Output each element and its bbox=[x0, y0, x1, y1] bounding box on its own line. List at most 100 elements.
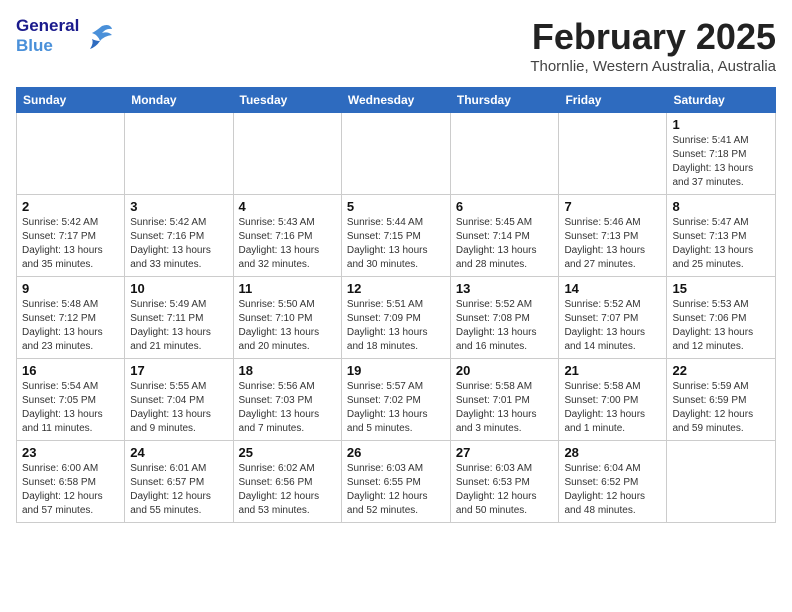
calendar-day-cell: 24 Sunrise: 6:01 AM Sunset: 6:57 PM Dayli… bbox=[125, 441, 233, 523]
calendar-day-cell: 15Sunrise: 5:53 AM Sunset: 7:06 PM Dayli… bbox=[667, 277, 776, 359]
day-number: 18 bbox=[239, 363, 336, 378]
calendar-day-cell bbox=[667, 441, 776, 523]
day-number: 2 bbox=[22, 199, 119, 214]
day-info: Sunrise: 5:46 AM Sunset: 7:13 PM Dayligh… bbox=[564, 216, 661, 272]
calendar-day-cell: 19 Sunrise: 5:57 AM Sunset: 7:02 PM Dayli… bbox=[341, 359, 450, 441]
weekday-header: Sunday bbox=[17, 88, 125, 113]
day-number: 9 bbox=[22, 281, 119, 296]
day-number: 20 bbox=[456, 363, 554, 378]
logo-bird-icon bbox=[82, 21, 114, 51]
calendar-week-row: 23 Sunrise: 6:00 AM Sunset: 6:58 PM Dayli… bbox=[17, 441, 776, 523]
day-info: Sunrise: 5:59 AM Sunset: 6:59 PM Dayligh… bbox=[672, 380, 770, 436]
calendar-day-cell: 13 Sunrise: 5:52 AM Sunset: 7:08 PM Dayli… bbox=[450, 277, 559, 359]
day-info: Sunrise: 5:47 AM Sunset: 7:13 PM Dayligh… bbox=[672, 216, 770, 272]
calendar-day-cell: 25 Sunrise: 6:02 AM Sunset: 6:56 PM Dayli… bbox=[233, 441, 341, 523]
day-info: Sunrise: 5:58 AM Sunset: 7:00 PM Dayligh… bbox=[564, 380, 661, 436]
calendar-title: February 2025 bbox=[530, 16, 776, 58]
day-number: 13 bbox=[456, 281, 554, 296]
logo-line1: General bbox=[16, 16, 79, 36]
calendar-day-cell: 12 Sunrise: 5:51 AM Sunset: 7:09 PM Dayli… bbox=[341, 277, 450, 359]
weekday-header: Thursday bbox=[450, 88, 559, 113]
day-info: Sunrise: 5:44 AM Sunset: 7:15 PM Dayligh… bbox=[347, 216, 445, 272]
calendar-week-row: 16 Sunrise: 5:54 AM Sunset: 7:05 PM Dayli… bbox=[17, 359, 776, 441]
day-number: 24 bbox=[130, 445, 227, 460]
day-info: Sunrise: 6:00 AM Sunset: 6:58 PM Dayligh… bbox=[22, 462, 119, 518]
day-info: Sunrise: 6:01 AM Sunset: 6:57 PM Dayligh… bbox=[130, 462, 227, 518]
calendar-header-row: SundayMondayTuesdayWednesdayThursdayFrid… bbox=[17, 88, 776, 113]
calendar-day-cell: 20 Sunrise: 5:58 AM Sunset: 7:01 PM Dayli… bbox=[450, 359, 559, 441]
day-number: 26 bbox=[347, 445, 445, 460]
day-number: 15 bbox=[672, 281, 770, 296]
calendar-day-cell: 23 Sunrise: 6:00 AM Sunset: 6:58 PM Dayli… bbox=[17, 441, 125, 523]
title-section: February 2025 Thornlie, Western Australi… bbox=[530, 16, 776, 75]
calendar-day-cell: 8 Sunrise: 5:47 AM Sunset: 7:13 PM Daylig… bbox=[667, 195, 776, 277]
day-info: Sunrise: 5:49 AM Sunset: 7:11 PM Dayligh… bbox=[130, 298, 227, 354]
day-number: 1 bbox=[672, 117, 770, 132]
day-number: 8 bbox=[672, 199, 770, 214]
calendar-day-cell: 26 Sunrise: 6:03 AM Sunset: 6:55 PM Dayli… bbox=[341, 441, 450, 523]
calendar-day-cell: 10Sunrise: 5:49 AM Sunset: 7:11 PM Dayli… bbox=[125, 277, 233, 359]
day-info: Sunrise: 5:43 AM Sunset: 7:16 PM Dayligh… bbox=[239, 216, 336, 272]
calendar-day-cell bbox=[233, 113, 341, 195]
calendar-day-cell: 9 Sunrise: 5:48 AM Sunset: 7:12 PM Daylig… bbox=[17, 277, 125, 359]
day-info: Sunrise: 5:58 AM Sunset: 7:01 PM Dayligh… bbox=[456, 380, 554, 436]
day-info: Sunrise: 5:51 AM Sunset: 7:09 PM Dayligh… bbox=[347, 298, 445, 354]
day-number: 21 bbox=[564, 363, 661, 378]
day-info: Sunrise: 5:55 AM Sunset: 7:04 PM Dayligh… bbox=[130, 380, 227, 436]
day-info: Sunrise: 5:45 AM Sunset: 7:14 PM Dayligh… bbox=[456, 216, 554, 272]
logo-line2: Blue bbox=[16, 36, 79, 56]
day-number: 23 bbox=[22, 445, 119, 460]
day-info: Sunrise: 5:50 AM Sunset: 7:10 PM Dayligh… bbox=[239, 298, 336, 354]
day-info: Sunrise: 5:52 AM Sunset: 7:08 PM Dayligh… bbox=[456, 298, 554, 354]
weekday-header: Monday bbox=[125, 88, 233, 113]
calendar-day-cell: 22Sunrise: 5:59 AM Sunset: 6:59 PM Dayli… bbox=[667, 359, 776, 441]
calendar-subtitle: Thornlie, Western Australia, Australia bbox=[530, 58, 776, 75]
calendar-day-cell bbox=[450, 113, 559, 195]
calendar-day-cell: 16 Sunrise: 5:54 AM Sunset: 7:05 PM Dayli… bbox=[17, 359, 125, 441]
calendar-week-row: 9 Sunrise: 5:48 AM Sunset: 7:12 PM Daylig… bbox=[17, 277, 776, 359]
calendar-day-cell: 11 Sunrise: 5:50 AM Sunset: 7:10 PM Dayli… bbox=[233, 277, 341, 359]
day-info: Sunrise: 5:56 AM Sunset: 7:03 PM Dayligh… bbox=[239, 380, 336, 436]
logo: General Blue bbox=[16, 16, 114, 55]
day-info: Sunrise: 5:41 AM Sunset: 7:18 PM Dayligh… bbox=[672, 134, 770, 190]
calendar-day-cell: 7 Sunrise: 5:46 AM Sunset: 7:13 PM Daylig… bbox=[559, 195, 667, 277]
calendar-day-cell: 3 Sunrise: 5:42 AM Sunset: 7:16 PM Daylig… bbox=[125, 195, 233, 277]
day-info: Sunrise: 5:57 AM Sunset: 7:02 PM Dayligh… bbox=[347, 380, 445, 436]
calendar-day-cell bbox=[17, 113, 125, 195]
calendar-day-cell: 5 Sunrise: 5:44 AM Sunset: 7:15 PM Daylig… bbox=[341, 195, 450, 277]
day-info: Sunrise: 5:42 AM Sunset: 7:16 PM Dayligh… bbox=[130, 216, 227, 272]
day-info: Sunrise: 6:03 AM Sunset: 6:55 PM Dayligh… bbox=[347, 462, 445, 518]
day-info: Sunrise: 5:48 AM Sunset: 7:12 PM Dayligh… bbox=[22, 298, 119, 354]
day-number: 16 bbox=[22, 363, 119, 378]
day-number: 5 bbox=[347, 199, 445, 214]
calendar-day-cell: 2 Sunrise: 5:42 AM Sunset: 7:17 PM Daylig… bbox=[17, 195, 125, 277]
day-number: 11 bbox=[239, 281, 336, 296]
calendar-day-cell bbox=[341, 113, 450, 195]
day-number: 25 bbox=[239, 445, 336, 460]
day-number: 12 bbox=[347, 281, 445, 296]
day-number: 17 bbox=[130, 363, 227, 378]
day-info: Sunrise: 6:03 AM Sunset: 6:53 PM Dayligh… bbox=[456, 462, 554, 518]
day-number: 4 bbox=[239, 199, 336, 214]
day-info: Sunrise: 5:54 AM Sunset: 7:05 PM Dayligh… bbox=[22, 380, 119, 436]
day-number: 19 bbox=[347, 363, 445, 378]
weekday-header: Saturday bbox=[667, 88, 776, 113]
day-number: 14 bbox=[564, 281, 661, 296]
calendar-day-cell bbox=[125, 113, 233, 195]
day-info: Sunrise: 6:04 AM Sunset: 6:52 PM Dayligh… bbox=[564, 462, 661, 518]
calendar-table: SundayMondayTuesdayWednesdayThursdayFrid… bbox=[16, 87, 776, 523]
calendar-day-cell: 1 Sunrise: 5:41 AM Sunset: 7:18 PM Daylig… bbox=[667, 113, 776, 195]
weekday-header: Wednesday bbox=[341, 88, 450, 113]
calendar-day-cell bbox=[559, 113, 667, 195]
day-number: 3 bbox=[130, 199, 227, 214]
calendar-day-cell: 27 Sunrise: 6:03 AM Sunset: 6:53 PM Dayli… bbox=[450, 441, 559, 523]
weekday-header: Tuesday bbox=[233, 88, 341, 113]
day-number: 27 bbox=[456, 445, 554, 460]
calendar-week-row: 2 Sunrise: 5:42 AM Sunset: 7:17 PM Daylig… bbox=[17, 195, 776, 277]
day-info: Sunrise: 5:42 AM Sunset: 7:17 PM Dayligh… bbox=[22, 216, 119, 272]
calendar-day-cell: 18 Sunrise: 5:56 AM Sunset: 7:03 PM Dayli… bbox=[233, 359, 341, 441]
calendar-day-cell: 21 Sunrise: 5:58 AM Sunset: 7:00 PM Dayli… bbox=[559, 359, 667, 441]
day-info: Sunrise: 6:02 AM Sunset: 6:56 PM Dayligh… bbox=[239, 462, 336, 518]
calendar-week-row: 1 Sunrise: 5:41 AM Sunset: 7:18 PM Daylig… bbox=[17, 113, 776, 195]
day-number: 7 bbox=[564, 199, 661, 214]
